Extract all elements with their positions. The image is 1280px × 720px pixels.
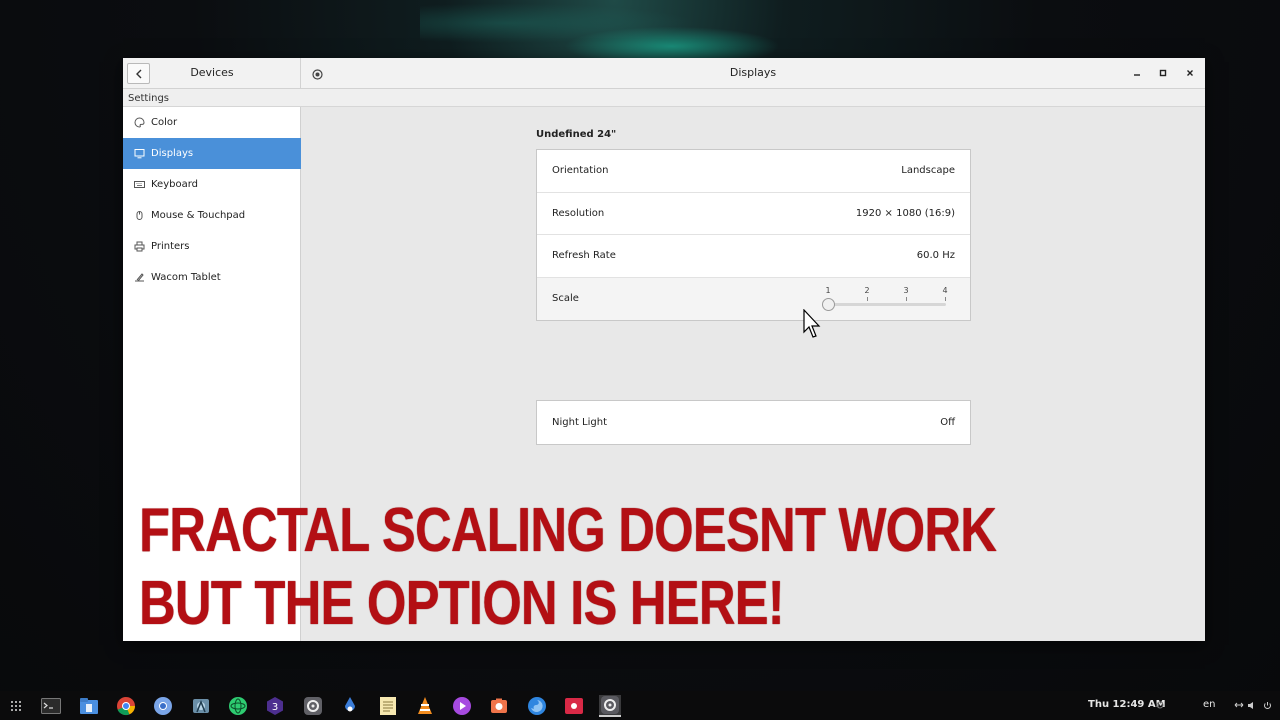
printer-icon (133, 241, 145, 253)
resolution-row[interactable]: Resolution 1920 × 1080 (16:9) (537, 193, 970, 235)
night-light-row[interactable]: Night Light Off (537, 401, 970, 444)
text-editor-icon[interactable] (377, 695, 399, 717)
refresh-rate-label: Refresh Rate (552, 250, 616, 262)
night-light-value: Off (940, 416, 955, 428)
orientation-value: Landscape (901, 165, 955, 177)
sidebar-item-label: Color (151, 117, 178, 128)
sidebar-item-displays[interactable]: Displays (123, 138, 301, 169)
refresh-rate-value: 60.0 Hz (916, 250, 955, 262)
vlc-icon[interactable] (414, 695, 436, 717)
scale-slider[interactable]: 1 2 3 4 (822, 284, 948, 314)
settings-icon[interactable] (302, 695, 324, 717)
display-icon (133, 148, 145, 160)
sidebar-item-wacom-tablet[interactable]: Wacom Tablet (123, 262, 301, 293)
close-button[interactable] (1183, 66, 1197, 80)
scale-tick-label: 3 (903, 285, 909, 295)
resolution-label: Resolution (552, 207, 605, 219)
volume-icon[interactable] (1246, 700, 1256, 710)
keyboard-icon (133, 179, 145, 191)
sidebar-item-keyboard[interactable]: Keyboard (123, 169, 301, 200)
sidebar-item-label: Printers (151, 241, 190, 252)
minimize-button[interactable] (1130, 66, 1144, 80)
sidebar-item-label: Keyboard (151, 179, 199, 190)
firefox-icon[interactable] (526, 695, 548, 717)
taskbar: 3 Thu 12:49 AM en (0, 691, 1280, 720)
overlay-caption-line-2: BUT THE OPTION IS HERE! (139, 569, 785, 638)
minimize-icon (1134, 74, 1140, 76)
android-studio-icon[interactable] (190, 695, 212, 717)
maximize-icon (1159, 69, 1167, 77)
scale-tick (867, 296, 868, 301)
files-icon[interactable] (78, 695, 100, 717)
chrome-icon[interactable] (115, 695, 137, 717)
sidebar-item-mouse-touchpad[interactable]: Mouse & Touchpad (123, 200, 301, 231)
atom-icon[interactable] (227, 695, 249, 717)
maximize-button[interactable] (1156, 66, 1170, 80)
network-icon[interactable] (1234, 700, 1244, 710)
screenshot-icon[interactable] (488, 695, 510, 717)
sidebar-item-label: Displays (151, 148, 194, 159)
chevron-left-icon (135, 69, 141, 78)
svg-text:3: 3 (272, 702, 278, 713)
blender-icon[interactable]: 3 (264, 695, 286, 717)
scale-tick-label: 4 (942, 285, 948, 295)
scale-tick (906, 296, 907, 301)
sidebar-item-printers[interactable]: Printers (123, 231, 301, 262)
sidebar-item-label: Wacom Tablet (151, 272, 221, 283)
power-icon[interactable] (1262, 700, 1272, 710)
keyboard-layout-indicator[interactable]: en (1203, 699, 1216, 710)
notification-icon[interactable] (1155, 700, 1165, 710)
display-settings-icon[interactable] (310, 67, 324, 81)
scale-tick (945, 296, 946, 301)
music-player-icon[interactable] (451, 695, 473, 717)
night-light-label: Night Light (552, 416, 607, 428)
scale-slider-trough[interactable] (828, 302, 946, 306)
sidebar-item-label: Mouse & Touchpad (151, 210, 246, 221)
scale-label: Scale (552, 293, 579, 305)
mouse-icon (133, 210, 145, 222)
monitor-name: Undefined 24" (536, 129, 617, 140)
system-settings-icon[interactable] (599, 695, 621, 717)
inkscape-icon[interactable] (339, 695, 361, 717)
scale-row: Scale 1 2 3 4 (537, 277, 970, 320)
mouse-cursor-icon (803, 309, 821, 338)
clock[interactable]: Thu 12:49 AM (1088, 699, 1166, 710)
wallpaper-accent (420, 0, 840, 58)
orientation-label: Orientation (552, 165, 609, 177)
screen-recorder-icon[interactable] (563, 695, 585, 717)
color-icon (133, 117, 145, 129)
panel-title: Devices (190, 66, 234, 79)
night-light-card: Night Light Off (536, 400, 971, 445)
apps-grid-icon[interactable] (5, 695, 27, 717)
resolution-value: 1920 × 1080 (16:9) (855, 207, 955, 219)
sidebar-item-color[interactable]: Color (123, 107, 301, 138)
orientation-row[interactable]: Orientation Landscape (537, 150, 970, 193)
header-bar: Devices Displays (123, 58, 1205, 89)
close-icon (1187, 70, 1193, 76)
scale-tick-label: 2 (864, 285, 870, 295)
back-button[interactable] (127, 63, 150, 84)
scale-slider-knob[interactable] (822, 297, 835, 311)
breadcrumb: Settings (123, 89, 1205, 107)
refresh-rate-row[interactable]: Refresh Rate 60.0 Hz (537, 235, 970, 278)
scale-tick-label: 1 (825, 285, 831, 295)
header-left-pane: Devices (123, 58, 301, 89)
tablet-icon (133, 272, 145, 284)
overlay-caption-line-1: FRACTAL SCALING DOESNT WORK (139, 496, 997, 565)
display-settings-card: Orientation Landscape Resolution 1920 × … (536, 149, 971, 321)
terminal-icon[interactable] (40, 695, 62, 717)
chromium-icon[interactable] (152, 695, 174, 717)
window-title: Displays (729, 66, 777, 79)
